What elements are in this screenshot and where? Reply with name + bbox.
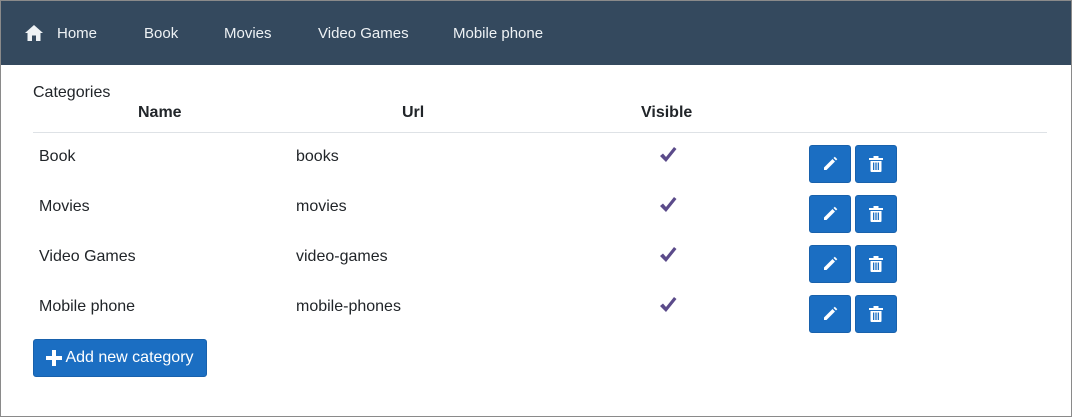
delete-button[interactable] xyxy=(855,295,897,333)
table-row: Video Games video-games xyxy=(0,245,1072,295)
edit-button[interactable] xyxy=(809,195,851,233)
trash-icon xyxy=(869,306,883,322)
pencil-icon xyxy=(824,306,838,320)
add-category-label: Add new category xyxy=(65,349,194,366)
table-row: Mobile phone mobile-phones xyxy=(0,295,1072,345)
home-icon xyxy=(25,25,43,41)
nav-home-link[interactable]: Home xyxy=(25,1,97,65)
check-icon xyxy=(658,145,678,170)
delete-button[interactable] xyxy=(855,195,897,233)
trash-icon xyxy=(869,256,883,272)
category-name: Mobile phone xyxy=(39,298,136,315)
nav-item-mobile-phone[interactable]: Mobile phone xyxy=(453,1,543,65)
check-icon xyxy=(658,245,678,270)
pencil-icon xyxy=(824,156,838,170)
add-category-button[interactable]: Add new category xyxy=(33,339,207,377)
trash-icon xyxy=(869,156,883,172)
column-header-visible: Visible xyxy=(641,104,693,121)
category-url: mobile-phones xyxy=(296,298,401,315)
check-icon xyxy=(658,195,678,220)
plus-icon xyxy=(46,350,63,366)
category-url: video-games xyxy=(296,248,388,265)
check-icon xyxy=(658,295,678,320)
table-caption: Categories xyxy=(33,84,111,101)
pencil-icon xyxy=(824,206,838,220)
column-header-url: Url xyxy=(402,104,425,121)
nav-item-video-games[interactable]: Video Games xyxy=(318,1,409,65)
nav-item-movies[interactable]: Movies xyxy=(224,1,272,65)
category-name: Video Games xyxy=(39,248,136,265)
top-navbar: Home Book Movies Video Games Mobile phon… xyxy=(1,1,1071,65)
delete-button[interactable] xyxy=(855,245,897,283)
table-header-divider xyxy=(33,132,1047,133)
category-name: Book xyxy=(39,148,76,165)
edit-button[interactable] xyxy=(809,245,851,283)
category-url: movies xyxy=(296,198,347,215)
nav-item-book[interactable]: Book xyxy=(144,1,178,65)
edit-button[interactable] xyxy=(809,295,851,333)
nav-home-label: Home xyxy=(57,24,98,42)
delete-button[interactable] xyxy=(855,145,897,183)
pencil-icon xyxy=(824,256,838,270)
column-header-name: Name xyxy=(138,104,182,121)
table-row: Movies movies xyxy=(0,195,1072,245)
category-url: books xyxy=(296,148,339,165)
edit-button[interactable] xyxy=(809,145,851,183)
category-name: Movies xyxy=(39,198,90,215)
table-row: Book books xyxy=(0,145,1072,195)
trash-icon xyxy=(869,206,883,222)
